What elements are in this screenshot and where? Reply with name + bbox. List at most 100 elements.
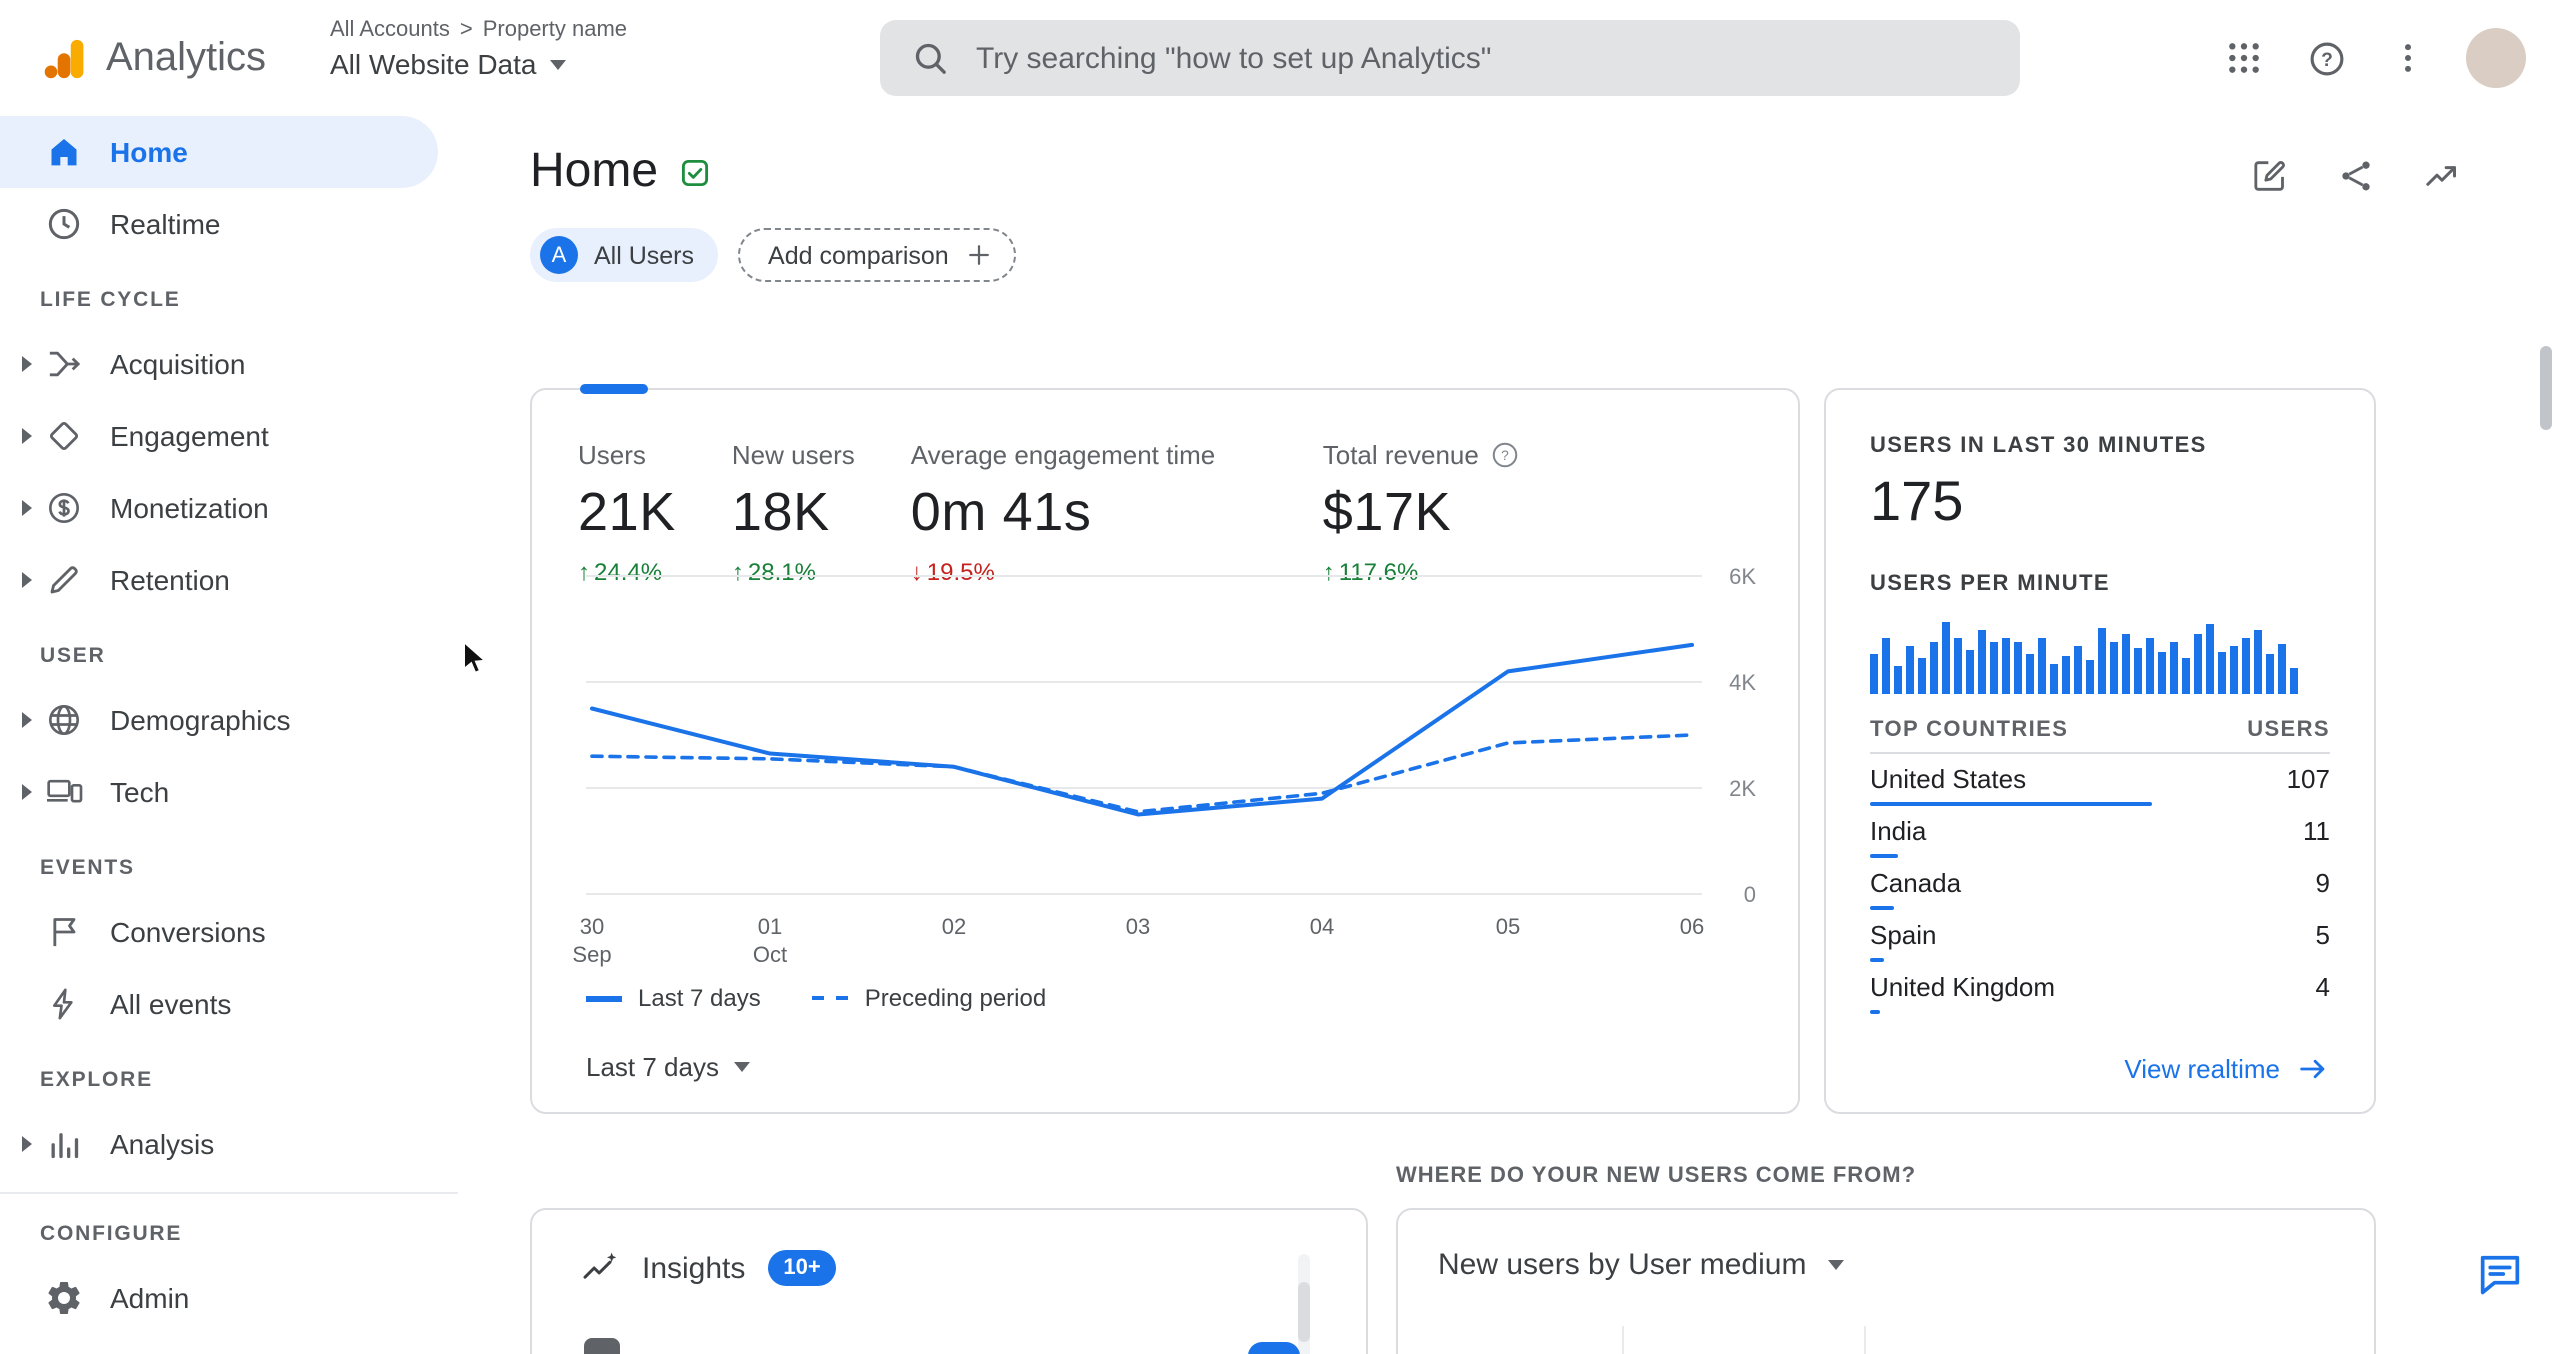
legend-item-preceding-period: Preceding period	[812, 984, 1046, 1012]
sidebar-item-label: Engagement	[110, 420, 269, 452]
country-progress-bar	[1870, 802, 2152, 806]
realtime-card: USERS IN LAST 30 MINUTES 175 USERS PER M…	[1824, 388, 2376, 1114]
new-users-card-header[interactable]: New users by User medium	[1438, 1248, 1845, 1282]
minute-bar	[2110, 642, 2118, 694]
svg-text:05: 05	[1496, 914, 1520, 939]
expand-chevron-icon	[18, 1288, 44, 1308]
share-button[interactable]	[2332, 152, 2380, 200]
minute-bar	[2266, 654, 2274, 694]
search-bar[interactable]	[880, 20, 2020, 96]
sidebar-item-analysis[interactable]: Analysis	[0, 1108, 458, 1180]
clock-icon	[44, 204, 84, 244]
gear-icon	[44, 1278, 84, 1318]
more-options-button[interactable]	[2384, 34, 2432, 82]
insights-card-header: Insights 10+	[580, 1248, 837, 1288]
home-icon	[44, 132, 84, 172]
insights-scrollbar-thumb[interactable]	[1298, 1282, 1310, 1342]
country-row-india[interactable]: India 11	[1870, 816, 2330, 858]
expand-chevron-icon[interactable]	[18, 426, 44, 446]
main-content: Home A All Users Add comparison Users 21…	[458, 116, 2554, 1354]
users-30min-value: 175	[1870, 470, 1964, 532]
analytics-app: Analytics All Accounts > Property name A…	[0, 0, 2554, 1354]
sidebar-item-realtime[interactable]: Realtime	[0, 188, 458, 260]
minute-bar	[2170, 642, 2178, 694]
legend-item-last-7-days: Last 7 days	[586, 984, 761, 1012]
sidebar-item-label: Admin	[110, 1282, 190, 1314]
sidebar-item-demographics[interactable]: Demographics	[0, 684, 458, 756]
minute-bar	[1870, 654, 1878, 694]
expand-chevron-icon[interactable]	[18, 570, 44, 590]
sidebar-item-retention[interactable]: Retention	[0, 544, 458, 616]
sidebar-item-label: Acquisition	[110, 348, 246, 380]
customize-report-button[interactable]	[2246, 152, 2294, 200]
new-users-section-heading: WHERE DO YOUR NEW USERS COME FROM?	[1396, 1164, 1917, 1188]
sidebar-item-engagement[interactable]: Engagement	[0, 400, 458, 472]
sidebar-item-monetization[interactable]: Monetization	[0, 472, 458, 544]
minute-bar	[1942, 622, 1950, 694]
breadcrumb-property: Property name	[482, 18, 628, 42]
feedback-chat-button[interactable]	[2474, 1248, 2526, 1300]
minute-bar	[2098, 628, 2106, 694]
minute-bar	[2218, 652, 2226, 694]
view-realtime-label: View realtime	[2124, 1054, 2280, 1084]
logo-area[interactable]: Analytics	[42, 0, 266, 116]
svg-text:04: 04	[1310, 914, 1334, 939]
expand-chevron-icon[interactable]	[18, 1134, 44, 1154]
country-progress-bar	[1870, 1010, 1880, 1014]
top-app-bar: Analytics All Accounts > Property name A…	[0, 0, 2554, 116]
minute-bar	[2062, 656, 2070, 694]
sidebar-item-tech[interactable]: Tech	[0, 756, 458, 828]
expand-chevron-icon[interactable]	[18, 782, 44, 802]
expand-chevron-icon[interactable]	[18, 354, 44, 374]
sidebar-item-home[interactable]: Home	[0, 116, 438, 188]
sidebar-item-all-events[interactable]: All events	[0, 968, 458, 1040]
insights-spark-icon	[580, 1248, 620, 1288]
minute-bar	[2074, 646, 2082, 694]
minute-bar	[1918, 658, 1926, 694]
minute-bar	[2278, 644, 2286, 694]
apps-grid-button[interactable]	[2220, 34, 2268, 82]
user-avatar[interactable]	[2466, 28, 2526, 88]
table-column-divider	[1622, 1326, 1624, 1354]
help-button[interactable]: ?	[2302, 34, 2350, 82]
date-range-label: Last 7 days	[586, 1052, 719, 1082]
minute-bar	[1966, 650, 1974, 694]
minute-bar	[2194, 634, 2202, 694]
account-breadcrumb-block[interactable]: All Accounts > Property name All Website…	[330, 18, 627, 80]
expand-chevron-icon[interactable]	[18, 710, 44, 730]
page-scrollbar-thumb[interactable]	[2540, 346, 2552, 430]
all-users-chip[interactable]: A All Users	[530, 228, 719, 282]
property-selector[interactable]: All Website Data	[330, 48, 627, 80]
insights-button[interactable]	[2418, 152, 2466, 200]
expand-chevron-icon[interactable]	[18, 498, 44, 518]
card-page-indicator[interactable]	[580, 384, 648, 394]
insights-count-badge[interactable]: 10+	[767, 1250, 837, 1286]
country-row-united-states[interactable]: United States 107	[1870, 764, 2330, 806]
minute-bar	[1954, 638, 1962, 694]
search-icon	[910, 38, 950, 78]
flag-icon	[44, 912, 84, 952]
users-30min-label: USERS IN LAST 30 MINUTES	[1870, 434, 2207, 458]
country-row-canada[interactable]: Canada 9	[1870, 868, 2330, 910]
users-column-label: USERS	[2247, 718, 2330, 742]
country-row-spain[interactable]: Spain 5	[1870, 920, 2330, 962]
sidebar-item-admin[interactable]: Admin	[0, 1262, 458, 1334]
top-countries-list: United States 107 India 11 Canada 9 Spain 5 Unit…	[1870, 764, 2330, 1014]
country-name: Spain	[1870, 920, 1937, 950]
sidebar-item-acquisition[interactable]: Acquisition	[0, 328, 458, 400]
svg-text:06: 06	[1680, 914, 1704, 939]
insight-item-badge	[1248, 1342, 1300, 1354]
date-range-selector[interactable]: Last 7 days	[586, 1052, 749, 1082]
svg-text:Sep: Sep	[572, 942, 611, 967]
country-line: United Kingdom 4	[1870, 972, 2330, 1004]
country-line: Spain 5	[1870, 920, 2330, 952]
engagement-icon	[44, 416, 84, 456]
country-row-united-kingdom[interactable]: United Kingdom 4	[1870, 972, 2330, 1014]
view-realtime-link[interactable]: View realtime	[2124, 1052, 2330, 1086]
svg-text:4K: 4K	[1729, 670, 1756, 695]
monetization-icon	[44, 488, 84, 528]
search-input[interactable]	[976, 41, 1990, 75]
legend-label: Last 7 days	[638, 984, 761, 1012]
add-comparison-button[interactable]: Add comparison	[738, 228, 1017, 282]
sidebar-item-conversions[interactable]: Conversions	[0, 896, 458, 968]
